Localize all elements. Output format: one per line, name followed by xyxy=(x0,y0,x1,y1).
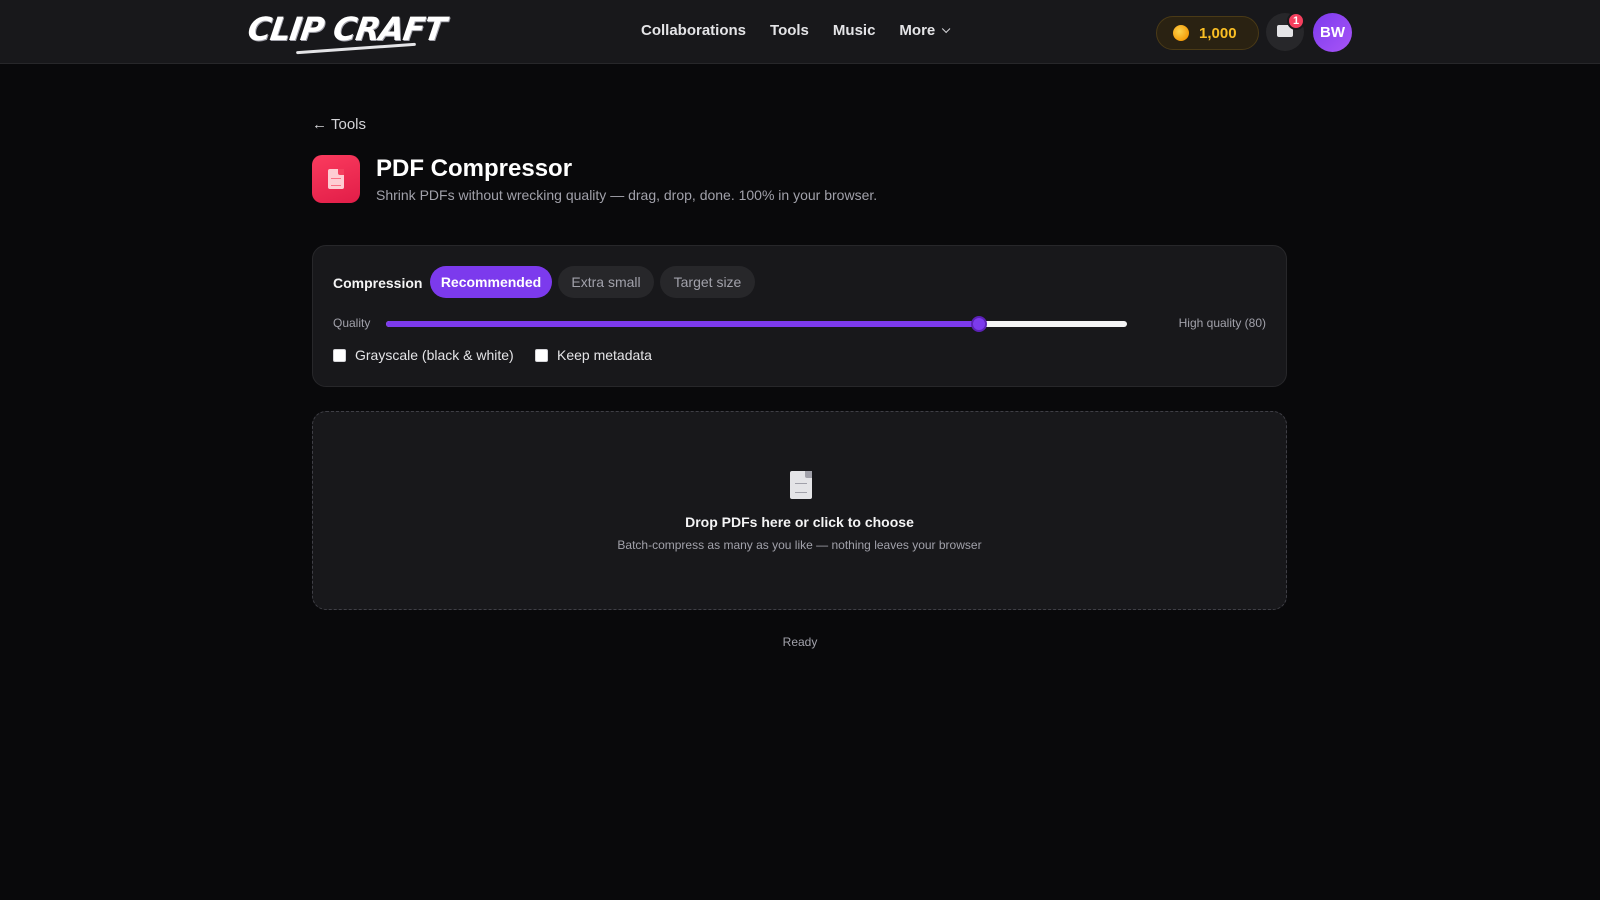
nav-music[interactable]: Music xyxy=(833,22,876,39)
document-icon xyxy=(328,169,344,189)
clipcraft-logo[interactable]: CLIP CRAFT xyxy=(245,10,447,48)
nav-more-label: More xyxy=(899,22,936,39)
nav-tools[interactable]: Tools xyxy=(770,22,809,39)
arrow-left-icon: ← xyxy=(312,116,327,133)
mode-target-size-button[interactable]: Target size xyxy=(660,266,755,298)
compression-settings-card: Compression Recommended Extra small Targ… xyxy=(312,245,1287,387)
chevron-down-icon xyxy=(942,24,951,33)
pdf-tool-icon xyxy=(312,155,360,203)
status-text: Ready xyxy=(782,635,818,649)
back-to-tools-link[interactable]: ← Tools xyxy=(312,116,366,133)
coin-balance[interactable]: 1,000 xyxy=(1156,16,1259,50)
top-navbar: CLIP CRAFT Collaborations Tools Music Mo… xyxy=(0,0,1600,64)
quality-slider-thumb[interactable] xyxy=(971,316,987,332)
main-nav: Collaborations Tools Music More xyxy=(641,22,951,39)
grayscale-option[interactable]: Grayscale (black & white) xyxy=(333,347,514,363)
quality-slider-fill xyxy=(386,321,979,327)
grayscale-checkbox[interactable] xyxy=(333,348,346,362)
quality-slider[interactable] xyxy=(386,316,1127,332)
page-title: PDF Compressor xyxy=(376,155,573,182)
coin-amount: 1,000 xyxy=(1199,24,1237,42)
pdf-dropzone[interactable]: Drop PDFs here or click to choose Batch-… xyxy=(312,411,1287,610)
compression-label: Compression xyxy=(333,275,423,291)
mode-recommended-button[interactable]: Recommended xyxy=(430,266,552,298)
grayscale-label: Grayscale (black & white) xyxy=(355,347,514,363)
quality-readout: High quality (80) xyxy=(1178,316,1266,330)
quality-label: Quality xyxy=(333,316,371,330)
nav-more[interactable]: More xyxy=(899,22,951,39)
avatar[interactable]: BW xyxy=(1313,13,1352,52)
page-subtitle: Shrink PDFs without wrecking quality — d… xyxy=(376,187,878,203)
notification-badge: 1 xyxy=(1287,12,1305,30)
dropzone-title: Drop PDFs here or click to choose xyxy=(685,514,914,530)
nav-collaborations[interactable]: Collaborations xyxy=(641,22,746,39)
keep-metadata-checkbox[interactable] xyxy=(535,348,548,362)
coin-icon xyxy=(1173,25,1189,41)
mode-extra-small-button[interactable]: Extra small xyxy=(558,266,654,298)
keep-metadata-label: Keep metadata xyxy=(557,347,652,363)
keep-metadata-option[interactable]: Keep metadata xyxy=(535,347,652,363)
back-link-label: Tools xyxy=(331,116,367,133)
document-icon xyxy=(790,471,812,499)
dropzone-subtitle: Batch-compress as many as you like — not… xyxy=(617,538,982,552)
